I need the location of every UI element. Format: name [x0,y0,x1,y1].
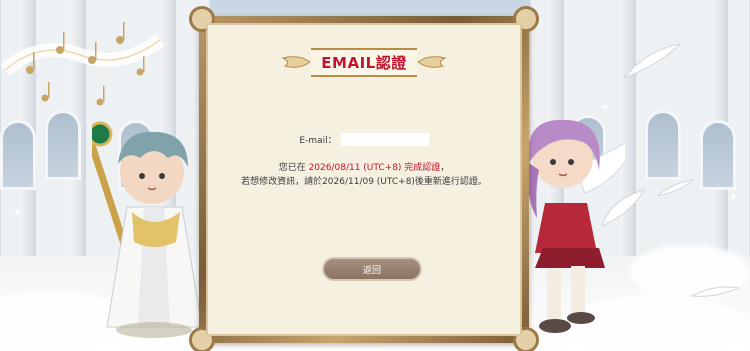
sparkle-icon: ✦ [728,190,739,204]
verification-line-1: 您已在 2026/08/11 (UTC+8) 完成認證， [208,161,520,175]
sparkle-icon: ✦ [12,205,23,219]
verification-info: 您已在 2026/08/11 (UTC+8) 完成認證， 若想修改資訊，請於20… [208,161,520,189]
email-verification-panel: EMAIL認證 E-mail： 您已在 2026/08/11 (UTC+8) 完… [189,6,539,351]
feather-icon [690,286,740,297]
wing-left-icon [281,56,311,68]
window-arch [45,110,81,180]
music-notes-icon [0,22,165,106]
window-arch [700,120,736,190]
window-arch [0,120,36,190]
email-value-field [340,133,429,146]
verification-date: 2026/08/11 (UTC+8) 完成認證 [308,163,441,173]
wing-right-icon [417,56,447,68]
email-label: E-mail： [299,136,337,146]
window-arch [645,110,681,180]
verification-suffix: ， [440,163,450,173]
email-row: E-mail： [208,133,520,146]
verification-prefix: 您已在 [278,163,309,173]
feather-icon [622,43,682,80]
verification-line-2: 若想修改資訊，請於2026/11/09 (UTC+8)後重新進行認證。 [241,177,487,187]
panel-content: EMAIL認證 E-mail： 您已在 2026/08/11 (UTC+8) 完… [206,23,522,336]
feather-icon [656,179,695,197]
title-banner: EMAIL認證 [281,47,447,77]
page-title: EMAIL認證 [311,47,417,77]
back-button[interactable]: 返回 [322,257,422,281]
